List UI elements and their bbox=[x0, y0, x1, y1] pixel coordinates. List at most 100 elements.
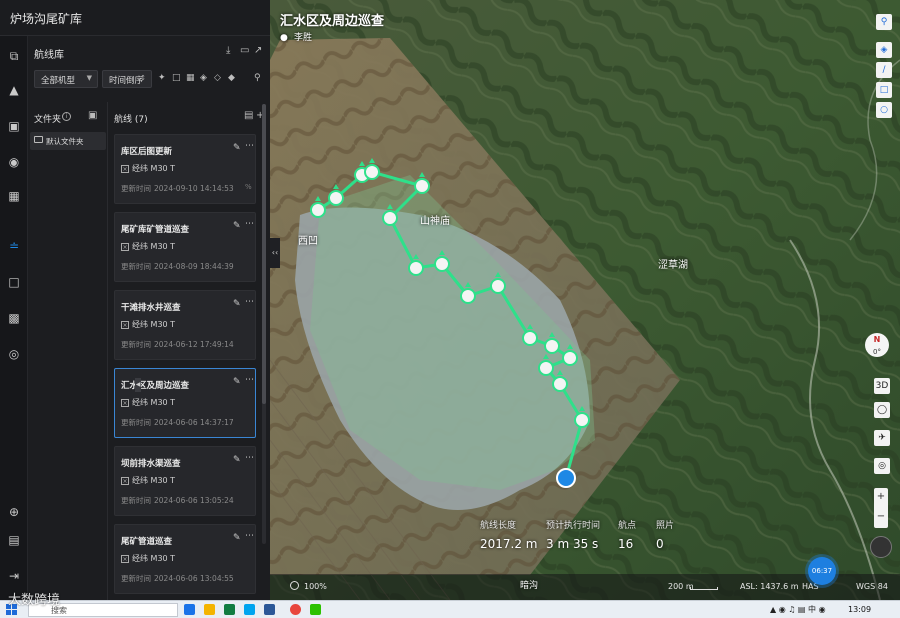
compass[interactable]: N 0° bbox=[865, 333, 889, 357]
zoom-control[interactable]: + − bbox=[874, 488, 888, 528]
route-library-icon[interactable]: ≐ bbox=[4, 236, 24, 256]
edit-icon[interactable]: ✎ bbox=[233, 143, 241, 153]
map-icon[interactable]: ◉ bbox=[4, 152, 24, 172]
info-icon[interactable]: i bbox=[62, 112, 71, 121]
edit-icon[interactable]: ✎ bbox=[233, 377, 241, 387]
edit-icon[interactable]: ✎ bbox=[233, 299, 241, 309]
route-card[interactable]: 尾矿库矿管道巡查 ✎ ⋯ × 经纬 M30 T 更新时间 2024-08-09 18… bbox=[114, 212, 256, 282]
app-icon[interactable] bbox=[264, 604, 275, 615]
waypoint-marker[interactable] bbox=[364, 164, 380, 180]
drone-type-select[interactable]: 全部机型 ▼ bbox=[34, 70, 98, 88]
sort-select[interactable]: 时间倒序 ↕ bbox=[102, 70, 152, 88]
waypoint-marker[interactable] bbox=[310, 202, 326, 218]
store-icon[interactable] bbox=[244, 604, 255, 615]
model-icon[interactable]: ▩ bbox=[4, 308, 24, 328]
draw-point-icon[interactable]: ◈ bbox=[876, 42, 892, 58]
delete-icon[interactable]: ▭ bbox=[240, 45, 249, 56]
document-icon[interactable]: ▤ bbox=[4, 530, 24, 550]
route-length-stat: 航线长度 2017.2 m bbox=[480, 518, 538, 551]
takeoff-point[interactable] bbox=[556, 468, 576, 488]
waypoint-marker[interactable] bbox=[562, 350, 578, 366]
scrollbar-thumb[interactable] bbox=[262, 104, 266, 404]
waypoint-marker[interactable] bbox=[382, 210, 398, 226]
heading-lock-icon[interactable]: ◯ bbox=[874, 402, 890, 418]
map-style-button[interactable] bbox=[870, 536, 892, 558]
add-folder-icon[interactable]: ▣ bbox=[88, 110, 97, 121]
wechat-icon[interactable] bbox=[310, 604, 321, 615]
waypoint-marker[interactable] bbox=[522, 330, 538, 346]
waypoint-marker[interactable] bbox=[328, 190, 344, 206]
waypoint-marker[interactable] bbox=[574, 412, 590, 428]
filter-type-5-icon[interactable]: ◇ bbox=[214, 73, 221, 83]
filter-type-2-icon[interactable]: □ bbox=[172, 73, 181, 83]
expand-panel-handle[interactable]: ‹‹ bbox=[270, 238, 280, 268]
route-card[interactable]: 干滩排水井巡查 ✎ ⋯ × 经纬 M30 T 更新时间 2024-06-12 17:… bbox=[114, 290, 256, 360]
excel-icon[interactable] bbox=[224, 604, 235, 615]
route-list-scrollbar[interactable] bbox=[262, 104, 266, 544]
opacity-icon[interactable] bbox=[290, 581, 299, 590]
calendar-icon[interactable]: □ bbox=[4, 272, 24, 292]
photos-stat: 照片 0 bbox=[656, 518, 674, 551]
more-icon[interactable]: ⋯ bbox=[245, 141, 254, 151]
3d-toggle-icon[interactable]: 3D bbox=[874, 378, 890, 394]
waypoint-marker[interactable] bbox=[460, 288, 476, 304]
more-icon[interactable]: ⋯ bbox=[245, 219, 254, 229]
route-name: 库区后图更新 bbox=[121, 147, 173, 157]
route-name: 尾矿管道巡查 bbox=[121, 537, 173, 547]
waypoint-marker[interactable] bbox=[544, 338, 560, 354]
more-icon[interactable]: ⋯ bbox=[245, 531, 254, 541]
satellite-map[interactable] bbox=[270, 0, 900, 600]
import-icon[interactable]: ⤓ bbox=[226, 45, 230, 56]
zoom-in-icon[interactable]: + bbox=[874, 488, 888, 508]
zoom-out-icon[interactable]: − bbox=[874, 508, 888, 528]
compare-icon[interactable]: ↗ bbox=[254, 45, 262, 56]
device-icon[interactable]: ▣ bbox=[4, 116, 24, 136]
waypoint-marker[interactable] bbox=[414, 178, 430, 194]
folder-app-icon[interactable] bbox=[204, 604, 215, 615]
share-icon[interactable]: ⧉ bbox=[4, 46, 24, 66]
map-view[interactable]: ‹‹ 汇水区及周边巡查 ● 李胜 西凹 山神庙 涩草湖 航线长度 2017.2 m… bbox=[270, 0, 900, 600]
record-timer-bubble[interactable]: 06:37 bbox=[808, 557, 836, 585]
edit-icon[interactable]: ✎ bbox=[233, 455, 241, 465]
filter-type-6-icon[interactable]: ◆ bbox=[228, 73, 235, 83]
search-icon[interactable]: ⚲ bbox=[254, 73, 261, 83]
more-icon[interactable]: ⋯ bbox=[245, 297, 254, 307]
edit-icon[interactable]: ✎ bbox=[233, 221, 241, 231]
aircraft-icon[interactable]: ✈ bbox=[874, 430, 890, 446]
collapse-folders-handle[interactable]: ◀ bbox=[135, 378, 141, 392]
chrome-icon[interactable] bbox=[290, 604, 301, 615]
waypoint-marker[interactable] bbox=[490, 278, 506, 294]
waypoint-marker[interactable] bbox=[538, 360, 554, 376]
media-icon[interactable]: ▦ bbox=[4, 186, 24, 206]
map-search-icon[interactable]: ⚲ bbox=[876, 14, 892, 30]
system-tray[interactable]: ▲ ◉ ♫ ▤ 中 ◉ bbox=[770, 604, 826, 615]
logout-icon[interactable]: ⇥ bbox=[4, 566, 24, 586]
upload-icon[interactable]: ▲ bbox=[4, 80, 24, 100]
draw-rect-icon[interactable]: □ bbox=[876, 82, 892, 98]
route-drone-label: 经纬 M30 T bbox=[132, 320, 176, 329]
route-drone-label: 经纬 M30 T bbox=[132, 398, 176, 407]
filter-type-4-icon[interactable]: ◈ bbox=[200, 73, 207, 83]
route-card[interactable]: 坝前排水渠巡查 ✎ ⋯ × 经纬 M30 T 更新时间 2024-06-06 13:… bbox=[114, 446, 256, 516]
globe-icon[interactable]: ◎ bbox=[4, 344, 24, 364]
edit-icon[interactable]: ✎ bbox=[233, 533, 241, 543]
locate-icon[interactable]: ◎ bbox=[874, 458, 890, 474]
folder-item-default[interactable]: 默认文件夹 bbox=[30, 132, 106, 150]
more-icon[interactable]: ⋯ bbox=[245, 375, 254, 385]
settings-icon[interactable]: ⊕ bbox=[4, 502, 24, 522]
import-route-icon[interactable]: ▤ bbox=[244, 110, 253, 121]
route-card[interactable]: 尾矿管道巡查 ✎ ⋯ × 经纬 M30 T 更新时间 2024-06-06 13:0… bbox=[114, 524, 256, 594]
more-icon[interactable]: ⋯ bbox=[245, 453, 254, 463]
waypoint-marker[interactable] bbox=[434, 256, 450, 272]
updated-prefix: 更新时间 bbox=[121, 184, 151, 193]
draw-line-icon[interactable]: ∕ bbox=[876, 62, 892, 78]
waypoint-marker[interactable] bbox=[408, 260, 424, 276]
edge-icon[interactable] bbox=[184, 604, 195, 615]
filter-type-3-icon[interactable]: ▦ bbox=[186, 73, 195, 83]
draw-circle-icon[interactable]: ○ bbox=[876, 102, 892, 118]
filter-type-1-icon[interactable]: ✦ bbox=[158, 73, 166, 83]
drone-icon: × bbox=[121, 477, 129, 485]
route-card[interactable]: 库区后图更新 ✎ ⋯ × 经纬 M30 T 更新时间 2024-09-10 14:1… bbox=[114, 134, 256, 204]
route-updated: 更新时间 2024-06-12 17:49:14 bbox=[121, 339, 234, 350]
waypoint-marker[interactable] bbox=[552, 376, 568, 392]
